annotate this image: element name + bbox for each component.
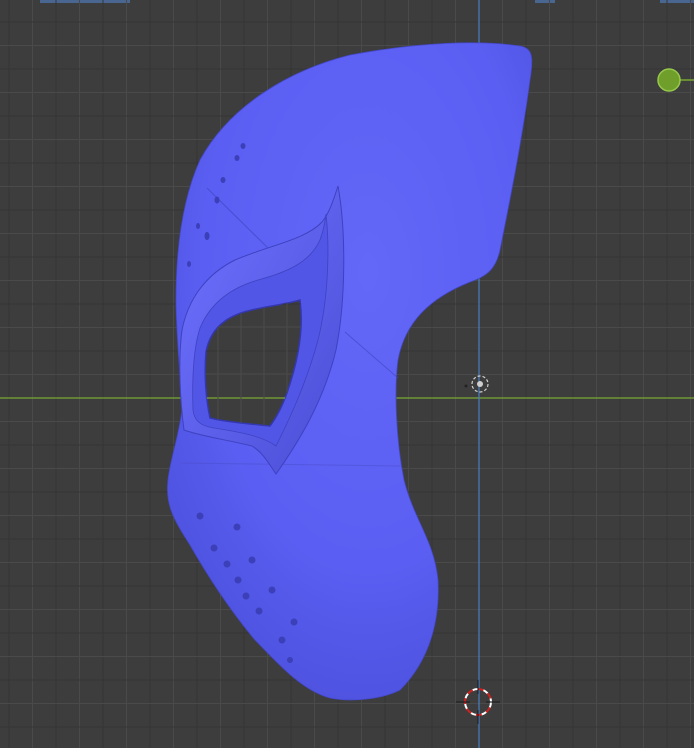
- mask-mesh[interactable]: [167, 42, 533, 701]
- light-gizmo-icon[interactable]: [657, 68, 694, 92]
- 3d-cursor-icon[interactable]: [456, 680, 500, 724]
- origin-icon[interactable]: [464, 375, 489, 393]
- viewport-canvas: [0, 0, 694, 748]
- 3d-viewport[interactable]: [0, 0, 694, 748]
